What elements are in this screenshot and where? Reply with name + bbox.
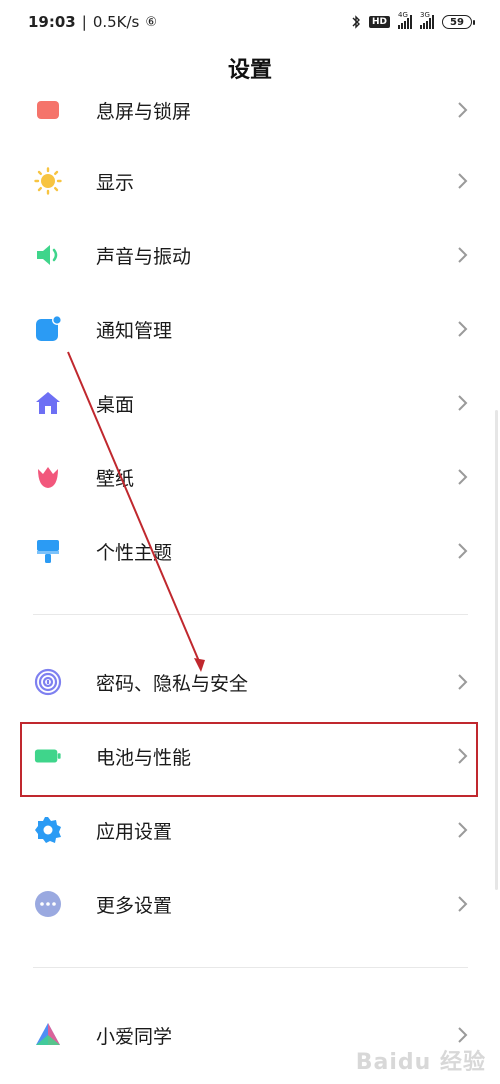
chevron-right-icon — [454, 101, 472, 119]
settings-item-display[interactable]: 显示 — [0, 144, 500, 218]
hd-badge: HD — [368, 16, 390, 28]
page-title: 设置 — [227, 58, 272, 83]
watermark: Baidu 经验 — [355, 1050, 486, 1075]
settings-item-sound[interactable]: 声音与振动 — [0, 218, 500, 292]
chevron-right-icon — [454, 172, 472, 190]
settings-item-label: 更多设置 — [96, 894, 173, 917]
chevron-right-icon — [454, 895, 472, 913]
settings-item-notifications[interactable]: 通知管理 — [0, 292, 500, 366]
xiaoai-icon — [34, 1021, 62, 1049]
bluetooth-icon — [352, 15, 360, 29]
settings-item-desktop[interactable]: 桌面 — [0, 366, 500, 440]
status-bar: 19:03 | 0.5K/s ⑥ HD 4G 3G 59 — [0, 0, 500, 44]
settings-item-label: 个性主题 — [96, 541, 173, 564]
signal-4g-icon: 4G — [398, 11, 412, 29]
settings-item-wallpaper[interactable]: 壁纸 — [0, 440, 500, 514]
status-bar-right: HD 4G 3G 59 — [351, 11, 475, 29]
settings-item-themes[interactable]: 个性主题 — [0, 514, 500, 588]
gear-icon — [34, 816, 62, 844]
settings-item-label: 息屏与锁屏 — [96, 100, 192, 123]
status-network-speed: 0.5K/s — [92, 13, 140, 31]
section-divider — [33, 967, 468, 968]
signal-3g-icon: 3G — [420, 11, 434, 29]
notification-icon — [34, 315, 62, 343]
chevron-right-icon — [454, 673, 472, 691]
settings-item-label: 小爱同学 — [96, 1025, 173, 1048]
home-icon — [34, 389, 62, 417]
settings-item-more[interactable]: 更多设置 — [0, 867, 500, 941]
speaker-icon — [34, 241, 62, 269]
status-separator: | — [81, 13, 87, 31]
more-dots-icon — [34, 890, 62, 918]
settings-item-label: 电池与性能 — [96, 746, 192, 769]
chevron-right-icon — [454, 468, 472, 486]
settings-item-label: 显示 — [96, 171, 135, 194]
scrollbar[interactable] — [495, 410, 498, 890]
settings-item-battery[interactable]: 电池与性能 — [0, 719, 500, 793]
settings-item-label: 通知管理 — [96, 319, 173, 342]
paint-brush-icon — [34, 537, 62, 565]
sun-icon — [34, 167, 62, 195]
status-bar-left: 19:03 | 0.5K/s ⑥ — [28, 13, 157, 31]
section-divider — [33, 614, 468, 615]
settings-item-label: 桌面 — [96, 393, 135, 416]
settings-item-label: 壁纸 — [96, 467, 135, 490]
chevron-right-icon — [454, 394, 472, 412]
settings-list[interactable]: 息屏与锁屏 显示 声音与振动 通知管理 桌面 壁纸 个性主题 密码、隐私与安全 … — [0, 95, 500, 1084]
tulip-icon — [34, 463, 62, 491]
chevron-right-icon — [454, 542, 472, 560]
settings-item-label: 声音与振动 — [96, 245, 192, 268]
fingerprint-icon — [34, 668, 62, 696]
chevron-right-icon — [454, 246, 472, 264]
chevron-right-icon — [454, 320, 472, 338]
settings-item-label: 应用设置 — [96, 820, 173, 843]
battery-indicator: 59 — [442, 15, 475, 29]
status-app-icon: ⑥ — [145, 14, 158, 30]
status-time: 19:03 — [28, 13, 76, 31]
chevron-right-icon — [454, 821, 472, 839]
chevron-right-icon — [454, 747, 472, 765]
settings-item-app-settings[interactable]: 应用设置 — [0, 793, 500, 867]
settings-item-lock-screen[interactable]: 息屏与锁屏 — [0, 95, 500, 147]
battery-icon — [34, 742, 62, 770]
settings-item-security[interactable]: 密码、隐私与安全 — [0, 645, 500, 719]
lock-screen-icon — [34, 96, 62, 124]
settings-item-label: 密码、隐私与安全 — [96, 672, 249, 695]
chevron-right-icon — [454, 1026, 472, 1044]
